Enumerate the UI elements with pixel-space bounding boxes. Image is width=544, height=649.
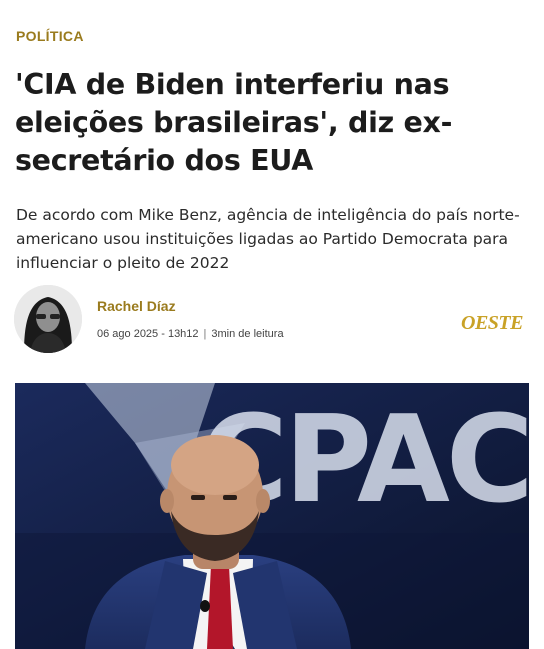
article-headline: 'CIA de Biden interferiu nas eleições br… xyxy=(15,68,453,177)
brand-logo[interactable]: OESTE xyxy=(461,312,523,335)
section-label[interactable]: POLÍTICA xyxy=(16,28,84,44)
meta-separator: | xyxy=(203,328,207,340)
author-avatar[interactable] xyxy=(14,285,82,353)
hero-photo: CPAC xyxy=(15,383,529,649)
publish-date: 06 ago 2025 - 13h12 xyxy=(97,328,199,340)
avatar-photo xyxy=(14,285,82,353)
hero-image: CPAC xyxy=(15,383,529,649)
article-subtitle: De acordo com Mike Benz, agência de inte… xyxy=(16,206,520,272)
author-name[interactable]: Rachel Díaz xyxy=(97,298,176,314)
read-time: 3min de leitura xyxy=(211,328,284,340)
article-meta: 06 ago 2025 - 13h12 | 3min de leitura xyxy=(97,328,284,340)
